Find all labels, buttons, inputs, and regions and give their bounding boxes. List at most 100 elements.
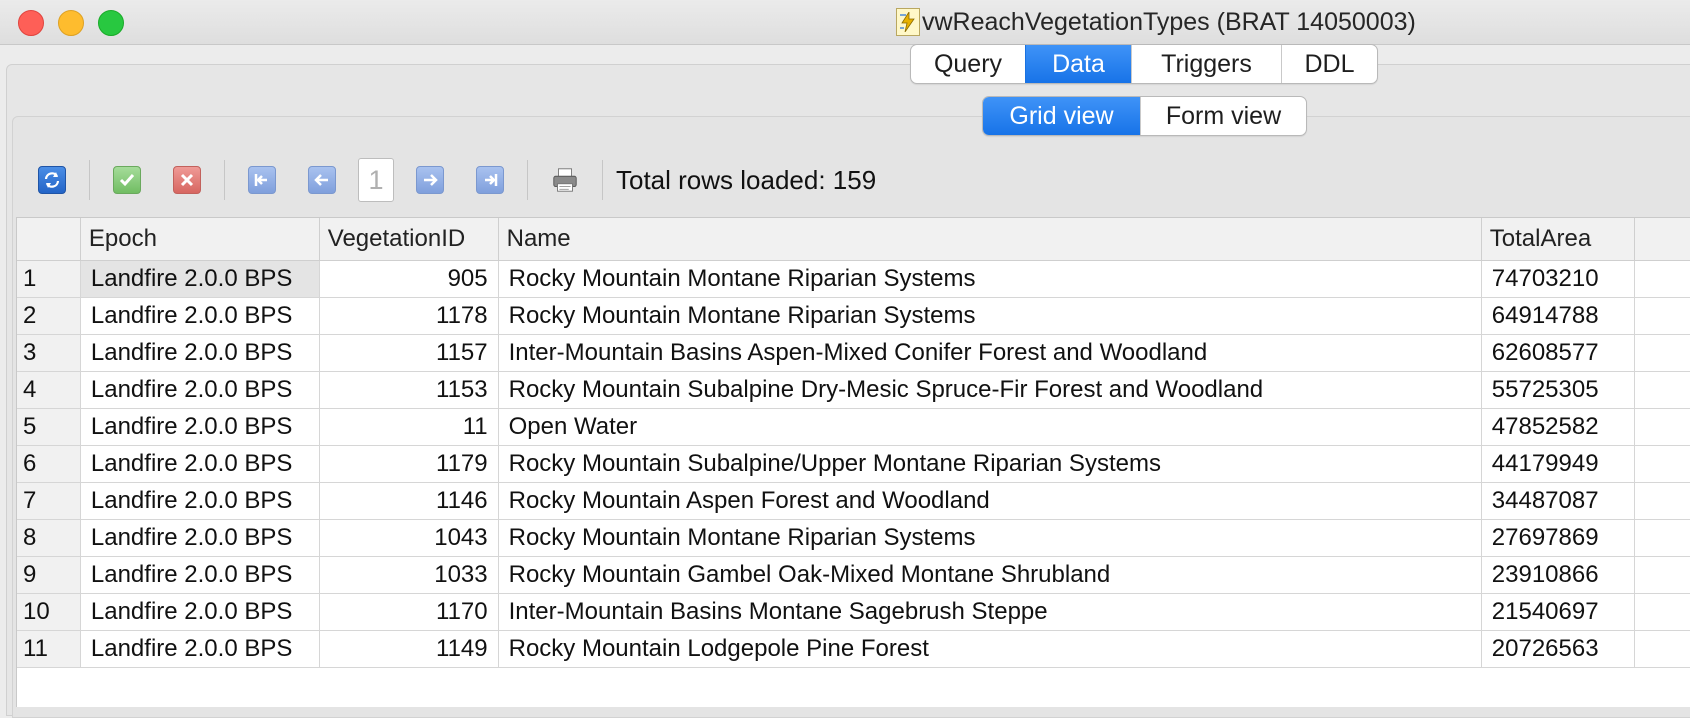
column-header-epoch[interactable]: Epoch [80,218,320,261]
totalarea-cell[interactable]: 21540697 [1481,593,1636,631]
totalarea-cell[interactable]: 27697869 [1481,519,1636,557]
tab-data[interactable]: Data [1025,45,1131,83]
table-row[interactable]: 8 Landfire 2.0.0 BPS 1043 Rocky Mountain Mo… [17,519,1690,557]
column-header-vegetationid[interactable]: VegetationID [319,218,499,261]
epoch-cell[interactable]: Landfire 2.0.0 BPS [80,630,320,668]
rollback-button[interactable] [170,163,204,197]
vegetationid-cell[interactable]: 1157 [319,334,499,372]
name-cell[interactable]: Open Water [498,408,1482,446]
name-cell[interactable]: Rocky Mountain Montane Riparian Systems [498,519,1482,557]
grid-view-button[interactable]: Grid view [983,97,1140,135]
data-grid[interactable]: Epoch VegetationID Name TotalArea 1 Landf… [16,217,1690,707]
table-row[interactable]: 11 Landfire 2.0.0 BPS 1149 Rocky Mountain L… [17,630,1690,668]
tab-query[interactable]: Query [911,45,1025,83]
vegetationid-cell[interactable]: 1170 [319,593,499,631]
table-row[interactable]: 2 Landfire 2.0.0 BPS 1178 Rocky Mountain Mo… [17,297,1690,335]
view-document-icon [896,8,920,36]
tab-ddl[interactable]: DDL [1281,45,1377,83]
column-header-totalarea[interactable]: TotalArea [1481,218,1636,261]
previous-page-button[interactable] [305,163,339,197]
name-cell[interactable]: Rocky Mountain Subalpine/Upper Montane R… [498,445,1482,483]
page-number-input[interactable]: 1 [358,158,394,202]
next-page-icon [416,166,444,194]
empty-cell [1634,519,1690,557]
form-view-button[interactable]: Form view [1140,97,1306,135]
epoch-cell[interactable]: Landfire 2.0.0 BPS [80,371,320,409]
totalarea-cell[interactable]: 62608577 [1481,334,1636,372]
maximize-window-button[interactable] [98,10,124,36]
table-row[interactable]: 5 Landfire 2.0.0 BPS 11 Open Water 47852582 [17,408,1690,446]
table-body: 1 Landfire 2.0.0 BPS 905 Rocky Mountain Mon… [17,260,1690,668]
row-number-cell[interactable]: 4 [17,371,81,409]
table-row[interactable]: 1 Landfire 2.0.0 BPS 905 Rocky Mountain Mon… [17,260,1690,298]
name-cell[interactable]: Rocky Mountain Montane Riparian Systems [498,297,1482,335]
row-number-cell[interactable]: 10 [17,593,81,631]
last-page-button[interactable] [473,163,507,197]
epoch-cell[interactable]: Landfire 2.0.0 BPS [80,297,320,335]
tab-triggers[interactable]: Triggers [1131,45,1281,83]
row-number-cell[interactable]: 6 [17,445,81,483]
vegetationid-cell[interactable]: 1153 [319,371,499,409]
toolbar-separator [224,160,225,200]
row-number-cell[interactable]: 9 [17,556,81,594]
table-row[interactable]: 6 Landfire 2.0.0 BPS 1179 Rocky Mountain Su… [17,445,1690,483]
name-cell[interactable]: Rocky Mountain Subalpine Dry-Mesic Spruc… [498,371,1482,409]
epoch-cell[interactable]: Landfire 2.0.0 BPS [80,519,320,557]
row-number-cell[interactable]: 5 [17,408,81,446]
row-number-cell[interactable]: 2 [17,297,81,335]
row-number-cell[interactable]: 8 [17,519,81,557]
epoch-cell[interactable]: Landfire 2.0.0 BPS [80,593,320,631]
name-cell[interactable]: Rocky Mountain Montane Riparian Systems [498,260,1482,298]
close-window-button[interactable] [18,10,44,36]
row-number-cell[interactable]: 7 [17,482,81,520]
print-button[interactable] [548,163,582,197]
totalarea-cell[interactable]: 74703210 [1481,260,1636,298]
table-row[interactable]: 10 Landfire 2.0.0 BPS 1170 Inter-Mountain B… [17,593,1690,631]
vegetationid-cell[interactable]: 1146 [319,482,499,520]
row-number-cell[interactable]: 3 [17,334,81,372]
table-row[interactable]: 3 Landfire 2.0.0 BPS 1157 Inter-Mountain Ba… [17,334,1690,372]
epoch-cell[interactable]: Landfire 2.0.0 BPS [80,556,320,594]
vegetationid-cell[interactable]: 11 [319,408,499,446]
vegetationid-cell[interactable]: 1149 [319,630,499,668]
epoch-cell[interactable]: Landfire 2.0.0 BPS [80,482,320,520]
first-page-icon [248,166,276,194]
name-cell[interactable]: Inter-Mountain Basins Aspen-Mixed Conife… [498,334,1482,372]
vegetationid-cell[interactable]: 1178 [319,297,499,335]
name-cell[interactable]: Rocky Mountain Lodgepole Pine Forest [498,630,1482,668]
vegetationid-cell[interactable]: 1043 [319,519,499,557]
data-toolbar: 1 Total rows loaded: 159 [22,152,1022,208]
vegetationid-cell[interactable]: 1179 [319,445,499,483]
vegetationid-cell[interactable]: 1033 [319,556,499,594]
totalarea-cell[interactable]: 20726563 [1481,630,1636,668]
epoch-cell[interactable]: Landfire 2.0.0 BPS [80,260,320,298]
title-bar: vwReachVegetationTypes (BRAT 14050003) [0,0,1690,45]
table-row[interactable]: 9 Landfire 2.0.0 BPS 1033 Rocky Mountain Ga… [17,556,1690,594]
table-row[interactable]: 7 Landfire 2.0.0 BPS 1146 Rocky Mountain As… [17,482,1690,520]
epoch-cell[interactable]: Landfire 2.0.0 BPS [80,445,320,483]
row-number-cell[interactable]: 1 [17,260,81,298]
epoch-cell[interactable]: Landfire 2.0.0 BPS [80,334,320,372]
minimize-window-button[interactable] [58,10,84,36]
row-number-header[interactable] [17,218,81,261]
next-page-button[interactable] [413,163,447,197]
column-header-name[interactable]: Name [498,218,1482,261]
totalarea-cell[interactable]: 34487087 [1481,482,1636,520]
totalarea-cell[interactable]: 55725305 [1481,371,1636,409]
row-number-cell[interactable]: 11 [17,630,81,668]
empty-cell [1634,445,1690,483]
epoch-cell[interactable]: Landfire 2.0.0 BPS [80,408,320,446]
empty-header [1634,218,1690,261]
vegetationid-cell[interactable]: 905 [319,260,499,298]
name-cell[interactable]: Inter-Mountain Basins Montane Sagebrush … [498,593,1482,631]
totalarea-cell[interactable]: 47852582 [1481,408,1636,446]
totalarea-cell[interactable]: 23910866 [1481,556,1636,594]
commit-button[interactable] [110,163,144,197]
name-cell[interactable]: Rocky Mountain Aspen Forest and Woodland [498,482,1482,520]
name-cell[interactable]: Rocky Mountain Gambel Oak-Mixed Montane … [498,556,1482,594]
table-row[interactable]: 4 Landfire 2.0.0 BPS 1153 Rocky Mountain Su… [17,371,1690,409]
first-page-button[interactable] [245,163,279,197]
totalarea-cell[interactable]: 44179949 [1481,445,1636,483]
refresh-button[interactable] [35,163,69,197]
totalarea-cell[interactable]: 64914788 [1481,297,1636,335]
